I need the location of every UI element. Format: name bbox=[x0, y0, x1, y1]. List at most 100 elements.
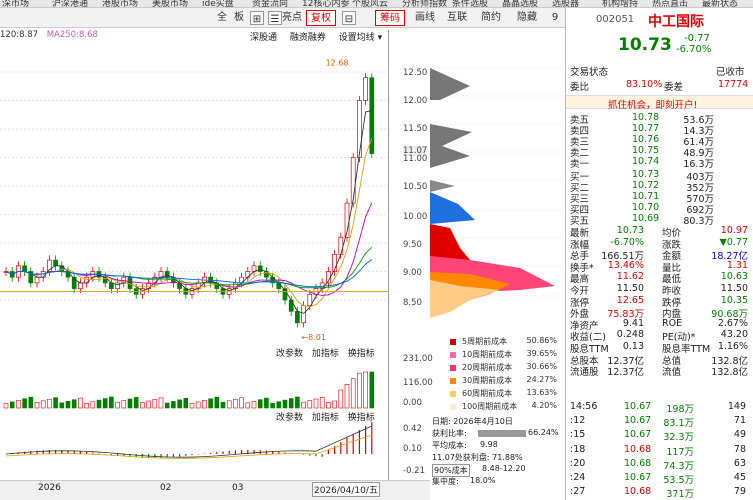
ask-row: 卖三 10.76 61.4万 bbox=[566, 134, 753, 148]
topnav-item[interactable]: 分析师指数 bbox=[402, 0, 447, 7]
ask-level-label: 卖一 bbox=[570, 159, 590, 170]
tick-price: 10.67 bbox=[624, 472, 652, 483]
quote-row: 今开 11.50 昨收 11.50 bbox=[566, 283, 753, 297]
chip-legend-swatch bbox=[450, 391, 456, 397]
topnav-item[interactable]: 美股市场 bbox=[152, 0, 188, 7]
ma-line bbox=[5, 202, 373, 296]
chip-legend-item: 10周期前成本 39.65% bbox=[430, 349, 565, 361]
tick-volume: 32.3万 bbox=[663, 432, 694, 444]
volume-bar bbox=[257, 399, 263, 409]
chip-avg-label: 平均成本: bbox=[432, 441, 467, 450]
topnav-item[interactable]: 沪深港通 bbox=[52, 0, 88, 7]
topnav-item[interactable]: 港股市场 bbox=[102, 0, 138, 7]
chip-distribution-chart[interactable] bbox=[430, 28, 565, 334]
topnav-item[interactable]: ide实盘 bbox=[202, 0, 234, 7]
volume-chart[interactable] bbox=[0, 346, 430, 410]
open-account-banner[interactable]: 抓住机会，即刻开户! bbox=[566, 95, 753, 111]
chip-legend: 5周期前成本 50.86% 10周期前成本 39.65% 20周期前成本 30.66% 30… bbox=[430, 334, 565, 414]
quote-row: 收益(二) 0.248 PE(动)* 43.20 bbox=[566, 329, 753, 343]
chips-button[interactable]: 筹码 bbox=[375, 10, 405, 26]
chip-avg-val: 9.98 bbox=[480, 440, 498, 449]
volume-bar bbox=[183, 398, 189, 409]
volume-bar bbox=[9, 401, 15, 409]
toolbar-board-button[interactable]: 板 bbox=[232, 10, 246, 26]
weibi-label: 委比 bbox=[570, 82, 590, 93]
volume-bar bbox=[239, 397, 244, 409]
quote-value: 12.65 bbox=[616, 294, 644, 306]
chip-blue-block bbox=[430, 192, 475, 224]
layout-icon[interactable]: ⊟ bbox=[342, 11, 356, 25]
ask-price: 10.74 bbox=[632, 156, 660, 167]
topnav-item[interactable]: 条件选股 bbox=[452, 0, 488, 7]
volume-bar bbox=[3, 403, 9, 409]
quote-row: 总股本 12.37亿 总值 132.8亿 bbox=[566, 353, 753, 367]
quote-value: -6.70% bbox=[610, 236, 644, 248]
volume-bar bbox=[146, 400, 151, 409]
chip-legend-name: 30周期前成本 bbox=[462, 376, 513, 385]
topnav-item[interactable]: 晶晶选股 bbox=[502, 0, 538, 7]
chip-legend-name: 20周期前成本 bbox=[462, 363, 513, 372]
hide-button[interactable]: 隐藏 bbox=[512, 10, 542, 26]
ask-price: 10.75 bbox=[632, 145, 660, 156]
factor-button[interactable]: 亮点 bbox=[280, 10, 304, 26]
price-tick: 10.00 bbox=[403, 212, 428, 222]
quote-row: 涨幅 -6.70% 涨跌 ▼0.77 bbox=[566, 236, 753, 251]
topnav-item[interactable]: 个股风云 bbox=[352, 0, 388, 7]
kline-chart[interactable]: 12.68 ←8.01 bbox=[0, 28, 430, 346]
topnav-item[interactable]: 热点直击 bbox=[652, 0, 688, 7]
price-tick: 8.50 bbox=[403, 298, 422, 308]
chip-legend-item: 30周期前成本 24.27% bbox=[430, 375, 565, 387]
quote-value-2: 132.8亿 bbox=[711, 367, 748, 379]
price-scale: 12.50 12.00 11.50 11.07 11.00 10.50 10.00 9.50 9… bbox=[388, 30, 430, 346]
topnav-item[interactable]: 12核心内参 bbox=[302, 0, 349, 7]
candle bbox=[301, 305, 306, 324]
top-nav: 深市场 沪深港通 港股市场 美股市场 ide实盘 资金流向 12核心内参 个股风云 分析师指数条… bbox=[0, 0, 753, 8]
grid-icon[interactable]: ⊞ bbox=[250, 11, 264, 25]
chip-legend-name: 5周期前成本 bbox=[462, 337, 508, 346]
ask-row: 卖四 10.77 14.3万 bbox=[566, 123, 753, 137]
topnav-item[interactable]: 最新状态 bbox=[702, 0, 738, 7]
promo-text[interactable]: 抓住机会，即刻开户! bbox=[608, 97, 697, 111]
chip-legend-pct: 13.63% bbox=[526, 388, 557, 397]
volume-bar bbox=[195, 401, 201, 409]
chart-toolbar: 全 板 ⊞ ☰ 亮点 复权 ⊟ 筹码 画线 互联 简约 隐藏 9 bbox=[0, 8, 565, 28]
macd-scale-low: -0.21 bbox=[403, 466, 425, 476]
volume-bar bbox=[34, 402, 40, 409]
volume-bar bbox=[245, 402, 251, 409]
tick-count: 71 bbox=[733, 415, 746, 427]
tick-volume: 371万 bbox=[666, 489, 694, 500]
stock-code: 002051 bbox=[596, 14, 635, 25]
price-tick: 11.50 bbox=[403, 124, 428, 134]
trade-status-label: 交易状态 bbox=[570, 67, 609, 78]
x-label-year: 2026 bbox=[38, 483, 61, 493]
bid-row: 买四 10.70 692万 bbox=[566, 202, 753, 216]
ask-volume: 16.3万 bbox=[683, 159, 714, 170]
topnav-item[interactable]: 资金流向 bbox=[252, 0, 288, 7]
bid-price: 10.72 bbox=[632, 180, 660, 191]
macd-scale: 0.42 0.10 -0.21 bbox=[388, 410, 430, 480]
quote-value-2: 11.50 bbox=[720, 283, 748, 294]
topnav-item[interactable]: 深市场 bbox=[2, 0, 29, 7]
dif-line bbox=[5, 425, 372, 458]
link-button[interactable]: 互联 bbox=[444, 10, 470, 26]
chip-legend-swatch bbox=[450, 352, 456, 358]
adjust-button[interactable]: 复权 bbox=[306, 10, 336, 26]
tick-count: 149 bbox=[727, 401, 746, 412]
time-axis: 2026 02 03 2026/04/10/五 bbox=[0, 480, 430, 500]
toolbar-all-button[interactable]: 全 bbox=[215, 10, 229, 26]
volume-bar bbox=[109, 396, 114, 409]
volume-bar bbox=[264, 397, 269, 409]
topnav-item[interactable]: 机构增持 bbox=[602, 0, 638, 7]
tick-row: :20 10.68 74.3万 63 bbox=[566, 458, 753, 472]
candle bbox=[363, 77, 368, 101]
simple-button[interactable]: 简约 bbox=[478, 10, 504, 26]
topnav-item[interactable]: 选股器 bbox=[552, 0, 579, 7]
nine-button[interactable]: 9 bbox=[548, 10, 562, 26]
quote-value: 11.62 bbox=[616, 271, 644, 283]
candle bbox=[338, 236, 344, 255]
draw-button[interactable]: 画线 bbox=[412, 10, 438, 26]
quote-value: 12.37亿 bbox=[607, 367, 644, 379]
candle bbox=[22, 265, 27, 272]
macd-chart[interactable] bbox=[0, 410, 430, 480]
chip-legend-swatch bbox=[450, 339, 456, 345]
